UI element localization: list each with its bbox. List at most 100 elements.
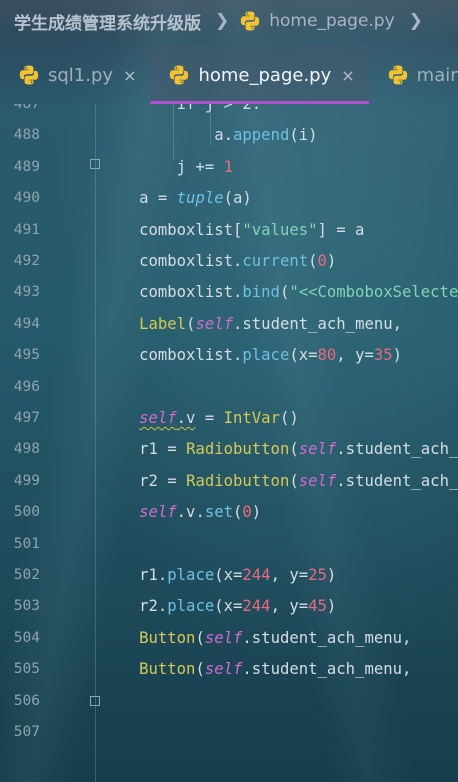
tab-main[interactable]: main.py xyxy=(369,46,458,104)
code-token: = xyxy=(195,409,224,427)
line-number: 505 xyxy=(13,661,40,678)
code-token: ) xyxy=(392,346,403,365)
code-token: ( xyxy=(195,628,205,647)
code-token: bind xyxy=(242,283,280,302)
line-number: 491 xyxy=(13,221,40,238)
code-token: r2 = xyxy=(64,471,187,490)
code-token: (i) xyxy=(289,126,318,145)
tab-label: home_page.py xyxy=(198,64,332,86)
code-token: () xyxy=(279,409,299,427)
code-token: a = xyxy=(64,189,177,208)
code-token: r1 = xyxy=(64,440,187,459)
code-line[interactable]: 493 comboxlist.bind("<<ComboboxSelected>… xyxy=(0,277,458,308)
code-token: r1. xyxy=(64,566,168,584)
python-file-icon xyxy=(19,65,39,85)
line-number: 501 xyxy=(13,535,40,552)
breadcrumb-project[interactable]: 学生成绩管理系统升级版 xyxy=(0,9,201,34)
code-token: Button xyxy=(139,660,196,679)
code-line[interactable]: 506 xyxy=(0,686,458,717)
code-line[interactable]: 489 j += 1 xyxy=(0,152,458,183)
code-token: .student_ach_menu xyxy=(336,440,458,459)
code-token: 0 xyxy=(317,252,327,270)
code-line[interactable]: 494 Label(self.student_ach_menu, xyxy=(0,309,458,340)
close-icon[interactable]: × xyxy=(341,66,354,85)
line-code: j += 1 xyxy=(64,152,233,183)
code-line[interactable]: 496 xyxy=(0,372,458,403)
code-token: 244 xyxy=(242,597,271,616)
breadcrumb-file-label: home_page.py xyxy=(269,11,395,31)
code-token: 25 xyxy=(308,566,327,584)
code-token: self xyxy=(204,660,243,679)
code-line[interactable]: 499 r2 = Radiobutton(self.student_ach_me… xyxy=(0,466,458,497)
line-code: self.v = IntVar() xyxy=(64,403,299,434)
code-token: Button xyxy=(139,628,196,647)
code-token: "values" xyxy=(242,220,318,239)
code-token: Radiobutton xyxy=(186,471,290,490)
code-line[interactable]: 495 comboxlist.place(x=80, y=35) xyxy=(0,340,458,371)
code-token: 80 xyxy=(317,346,337,365)
code-token: a. xyxy=(64,126,233,145)
code-token: (x= xyxy=(289,346,318,365)
line-code: Button(self.student_ach_menu, xyxy=(64,654,411,685)
code-line[interactable]: 500 self.v.set(0) xyxy=(0,497,458,528)
code-token: ( xyxy=(233,503,243,522)
line-number: 488 xyxy=(13,127,40,144)
code-line[interactable]: 497 self.v = IntVar() xyxy=(0,403,458,434)
tab-home-page[interactable]: home_page.py × xyxy=(150,46,369,104)
code-line[interactable]: 498 r1 = Radiobutton(self.student_ach_me… xyxy=(0,434,458,465)
code-line[interactable]: 491 comboxlist["values"] = a xyxy=(0,215,458,246)
code-token: place xyxy=(167,597,215,616)
code-line[interactable]: 504 Button(self.student_ach_menu, xyxy=(0,623,458,654)
code-token: ( xyxy=(289,440,299,459)
code-line[interactable]: 505 Button(self.student_ach_menu, xyxy=(0,654,458,685)
code-token: if j > 2: xyxy=(64,104,262,113)
code-token: Label xyxy=(139,314,187,333)
line-code: a = tuple(a) xyxy=(64,183,252,214)
tab-label: sql1.py xyxy=(48,64,114,86)
code-token: 35 xyxy=(373,346,393,365)
code-editor[interactable]: 487 if j > 2: 488 a.append(i) 489 j += 1 49… xyxy=(0,104,458,782)
code-line[interactable]: 503 r2.place(x=244, y=45) xyxy=(0,591,458,622)
tab-sql1[interactable]: sql1.py × xyxy=(0,46,150,104)
breadcrumb-file[interactable]: home_page.py xyxy=(239,10,395,32)
code-token: , y= xyxy=(336,346,374,365)
line-code: self.v.set(0) xyxy=(64,497,261,528)
code-line[interactable]: 492 comboxlist.current(0) xyxy=(0,246,458,277)
code-token: self xyxy=(195,314,234,333)
chevron-right-icon: ❯ xyxy=(215,11,230,31)
code-token: .v xyxy=(176,409,196,427)
line-number: 499 xyxy=(13,472,40,489)
code-token: place xyxy=(242,346,290,365)
code-line[interactable]: 501 xyxy=(0,529,458,560)
code-token: .student_ach_menu, xyxy=(233,314,403,333)
code-token: "<<ComboboxSelected>>" xyxy=(289,283,458,302)
code-line[interactable]: 490 a = tuple(a) xyxy=(0,183,458,214)
line-number: 494 xyxy=(13,315,40,332)
code-token: current xyxy=(242,252,309,270)
line-number: 498 xyxy=(13,441,40,458)
editor-tabs: sql1.py × home_page.py × main.py xyxy=(0,46,458,104)
code-token: append xyxy=(233,126,290,145)
code-token: comboxlist. xyxy=(64,346,243,365)
code-line[interactable]: 502 r1.place(x=244, y=25) xyxy=(0,560,458,591)
code-token: ] = a xyxy=(317,220,365,239)
code-token: comboxlist. xyxy=(64,252,243,270)
code-line[interactable]: 507 xyxy=(0,717,458,748)
code-token: r2. xyxy=(64,597,168,616)
code-token: IntVar xyxy=(223,409,280,427)
python-file-icon xyxy=(241,11,260,31)
line-code: comboxlist["values"] = a xyxy=(64,215,364,246)
code-line[interactable]: 487 if j > 2: xyxy=(0,104,458,120)
close-icon[interactable]: × xyxy=(123,66,136,85)
line-number: 490 xyxy=(13,190,40,207)
code-line[interactable]: 488 a.append(i) xyxy=(0,120,458,151)
code-token: .student_ach_menu, xyxy=(242,628,412,647)
line-code: Label(self.student_ach_menu, xyxy=(64,309,402,340)
line-number: 493 xyxy=(13,284,40,301)
code-token: ) xyxy=(326,597,337,616)
code-token: self xyxy=(298,440,337,459)
line-code: a.append(i) xyxy=(64,120,318,151)
code-token: Radiobutton xyxy=(186,440,290,459)
